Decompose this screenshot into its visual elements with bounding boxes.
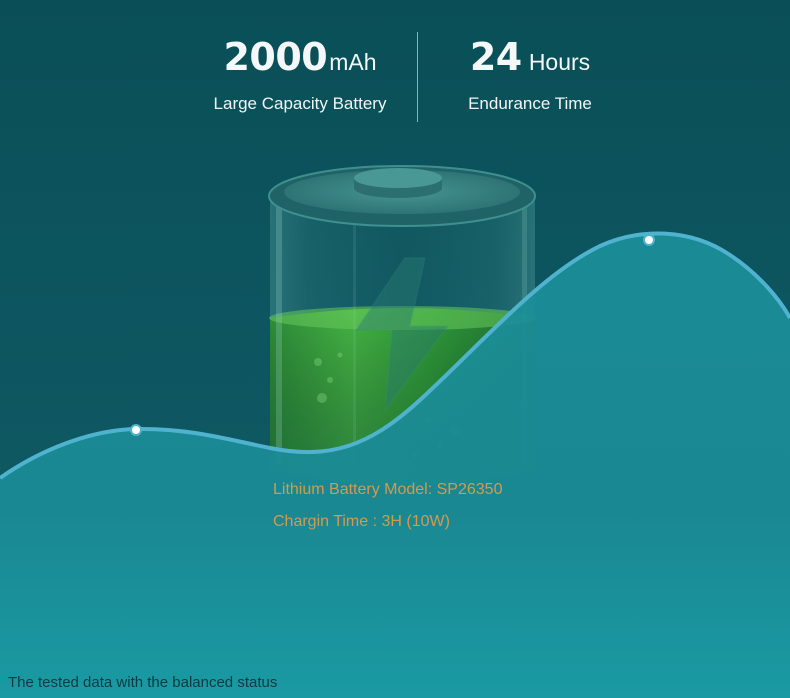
endurance-caption: Endurance Time — [468, 94, 592, 113]
capacity-caption: Large Capacity Battery — [213, 94, 387, 113]
battery-model-text: Lithium Battery Model: SP26350 — [273, 481, 503, 498]
endurance-value: 24 — [469, 35, 522, 79]
footnote-text: The tested data with the balanced status — [8, 674, 278, 691]
endurance-stat: 24 Hours Endurance Time — [450, 38, 610, 114]
charging-time-text: Chargin Time : 3H (10W) — [273, 513, 450, 530]
stat-divider — [417, 32, 418, 122]
product-banner: 2000mAh Large Capacity Battery 24 Hours … — [0, 0, 790, 698]
capacity-value: 2000 — [223, 35, 328, 79]
wave-point-low — [130, 424, 142, 436]
wave-point-high — [643, 234, 655, 246]
capacity-unit: mAh — [329, 49, 377, 75]
endurance-unit: Hours — [528, 49, 591, 75]
capacity-stat: 2000mAh Large Capacity Battery — [200, 38, 400, 114]
